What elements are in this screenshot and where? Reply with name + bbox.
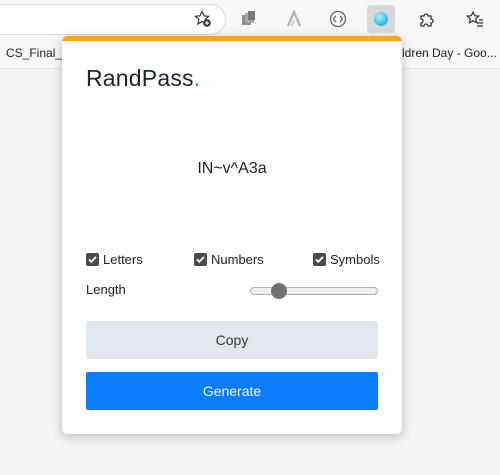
bookmark-children-day[interactable]: ldren Day - Goo... (402, 46, 497, 60)
length-label: Length (86, 282, 126, 297)
numbers-label: Numbers (211, 252, 264, 267)
extension-a-icon[interactable] (280, 5, 308, 33)
generate-button[interactable]: Generate (86, 372, 378, 410)
numbers-option[interactable]: Numbers (194, 252, 264, 267)
popup-accent-bar (62, 36, 402, 41)
favorites-icon[interactable] (461, 5, 489, 33)
checkmark-icon (88, 256, 97, 264)
copy-button[interactable]: Copy (86, 321, 378, 359)
length-slider[interactable] (250, 283, 378, 299)
add-favorite-icon[interactable] (189, 5, 217, 33)
checkmark-icon (315, 256, 324, 264)
app-title-dot: . (193, 65, 201, 91)
length-slider-thumb[interactable] (271, 283, 287, 299)
letters-option[interactable]: Letters (86, 252, 143, 267)
symbols-checkbox[interactable] (313, 253, 326, 266)
letters-checkbox[interactable] (86, 253, 99, 266)
collections-icon[interactable] (235, 5, 263, 33)
generated-password: IN~v^A3a (197, 160, 267, 177)
code-extension-icon[interactable] (324, 5, 352, 33)
randpass-extension-icon[interactable] (367, 5, 395, 33)
randpass-popup: RandPass. IN~v^A3a Letters Numbers Symbo… (62, 36, 402, 434)
browser-toolbar (0, 0, 500, 38)
numbers-checkbox[interactable] (194, 253, 207, 266)
symbols-option[interactable]: Symbols (313, 252, 380, 267)
checkmark-icon (196, 256, 205, 264)
symbols-label: Symbols (330, 252, 380, 267)
app-title-text: RandPass (86, 65, 194, 91)
extensions-puzzle-icon[interactable] (412, 5, 440, 33)
bookmark-cs-final[interactable]: CS_Final_X (6, 46, 70, 60)
app-title: RandPass. (86, 65, 200, 92)
letters-label: Letters (103, 252, 143, 267)
